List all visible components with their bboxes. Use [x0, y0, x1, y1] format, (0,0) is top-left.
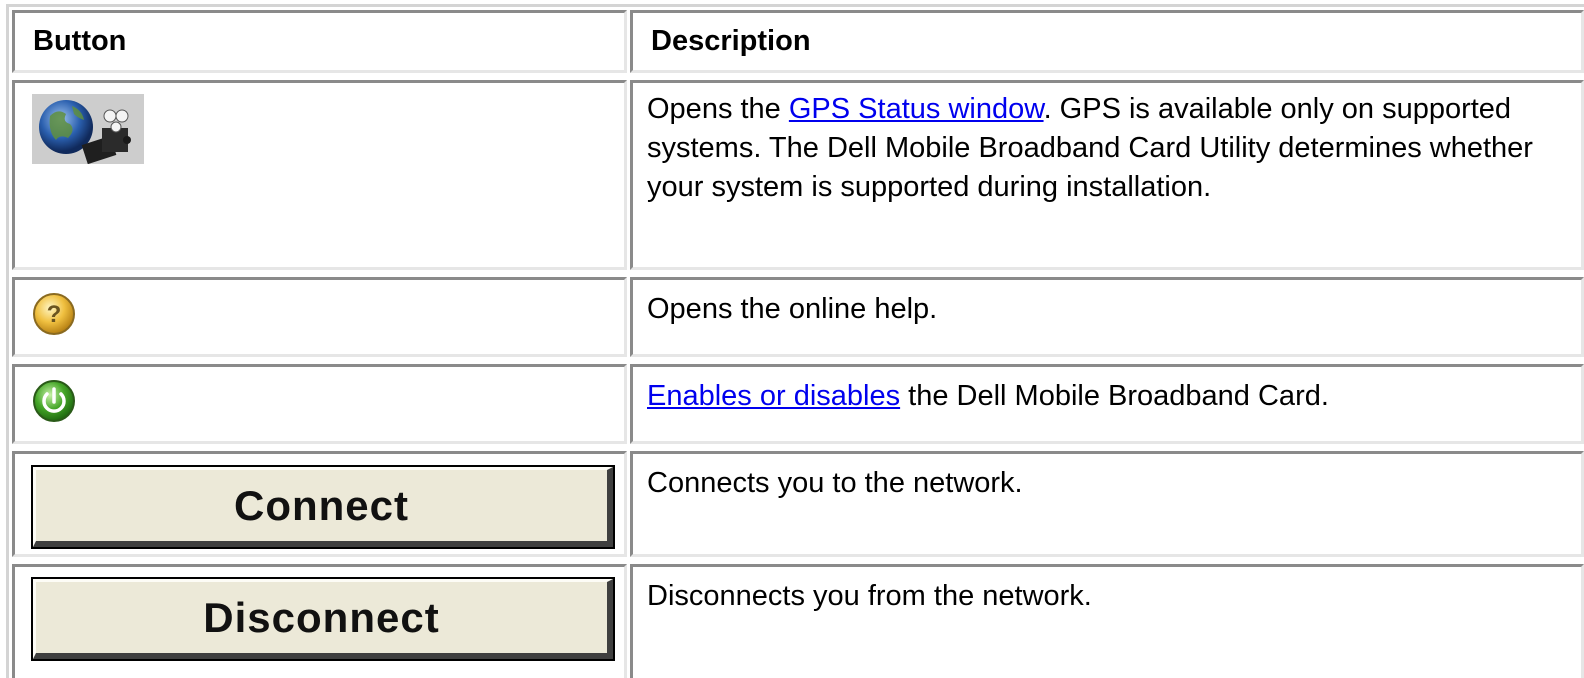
gps-description-pre: Opens the [647, 93, 789, 125]
disconnect-button[interactable]: Disconnect [31, 577, 615, 661]
enables-or-disables-link[interactable]: Enables or disables [647, 380, 900, 412]
header-button-label: Button [33, 25, 127, 57]
header-cell-button: Button [12, 10, 627, 73]
table-row-gps-description-cell: Opens the GPS Status window. GPS is avai… [630, 80, 1584, 270]
table-row-gps-button-cell [12, 80, 627, 270]
power-description-post: the Dell Mobile Broadband Card. [900, 380, 1329, 412]
svg-text:?: ? [47, 301, 62, 328]
table-row-power-description-cell: Enables or disables the Dell Mobile Broa… [630, 364, 1584, 444]
table-row-connect-description-cell: Connects you to the network. [630, 451, 1584, 557]
help-description: Opens the online help. [647, 293, 938, 325]
power-icon[interactable] [31, 378, 77, 424]
disconnect-description: Disconnects you from the network. [647, 580, 1092, 612]
header-description-label: Description [651, 25, 811, 57]
table-row-disconnect-button-cell: Disconnect [12, 564, 627, 678]
table-row-connect-button-cell: Connect [12, 451, 627, 557]
power-description: Enables or disables the Dell Mobile Broa… [647, 377, 1541, 416]
gps-description: Opens the GPS Status window. GPS is avai… [647, 90, 1541, 207]
connect-button[interactable]: Connect [31, 465, 615, 549]
header-cell-description: Description [630, 10, 1584, 73]
table-row-power-button-cell [12, 364, 627, 444]
help-icon[interactable]: ? [31, 291, 77, 337]
gps-status-icon[interactable] [32, 94, 144, 165]
connect-description: Connects you to the network. [647, 467, 1023, 499]
table-row-help-button-cell: ? [12, 277, 627, 357]
gps-status-window-link[interactable]: GPS Status window [789, 93, 1044, 125]
table-row-disconnect-description-cell: Disconnects you from the network. [630, 564, 1584, 678]
table-row-help-description-cell: Opens the online help. [630, 277, 1584, 357]
